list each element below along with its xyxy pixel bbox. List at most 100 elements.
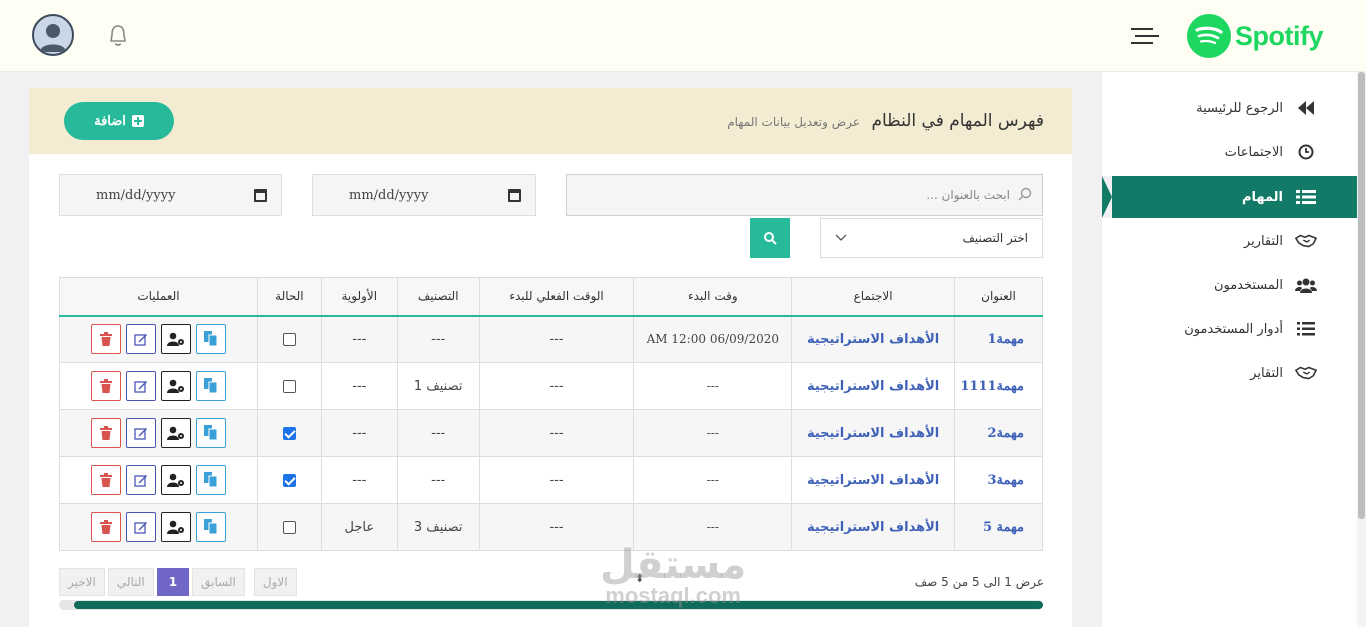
avatar[interactable] xyxy=(32,14,74,56)
task-title-link[interactable]: مهمة1 xyxy=(954,315,1043,363)
plus-square-icon xyxy=(131,115,144,127)
status-checkbox[interactable] xyxy=(282,520,296,534)
col-actual-start[interactable]: الوقت الفعلي للبدء xyxy=(478,277,635,317)
delete-button[interactable] xyxy=(90,324,121,355)
assign-user-button[interactable] xyxy=(160,324,191,355)
start-time-cell: --- xyxy=(633,362,793,410)
copy-button[interactable] xyxy=(195,324,226,355)
tasks-table: العنوان الاجتماع وقت البدء الوقت الفعلي … xyxy=(59,277,1043,551)
pager-current[interactable]: 1 xyxy=(156,568,190,596)
task-title-link[interactable]: مهمة 5 xyxy=(954,503,1043,551)
status-checkbox[interactable] xyxy=(282,332,296,346)
meeting-link[interactable]: الأهداف الاستراتيجية xyxy=(791,409,956,457)
meeting-link[interactable]: الأهداف الاستراتيجية xyxy=(791,456,956,504)
copy-button[interactable] xyxy=(195,371,226,401)
col-priority[interactable]: الأولوية xyxy=(320,277,398,317)
pager-first[interactable]: الاول xyxy=(253,568,297,596)
pager-prev[interactable]: السابق xyxy=(192,568,245,596)
list-ol-icon xyxy=(1295,318,1317,340)
trash-icon xyxy=(99,332,112,347)
assign-user-button[interactable] xyxy=(160,465,191,495)
sidebar-item-reports[interactable]: التقارير xyxy=(1244,223,1317,259)
copy-button[interactable] xyxy=(195,465,226,495)
user-avatar-icon xyxy=(40,24,66,52)
actual-start-cell: --- xyxy=(478,362,635,410)
sidebar-item-tasks[interactable]: المهام xyxy=(1242,179,1317,215)
sidebar-item-users[interactable]: المستخدمون xyxy=(1214,267,1317,303)
edit-button[interactable] xyxy=(125,512,156,542)
user-cog-icon xyxy=(166,473,184,487)
assign-user-button[interactable] xyxy=(160,512,191,542)
delete-button[interactable] xyxy=(90,465,121,495)
edit-button[interactable] xyxy=(125,371,156,401)
sidebar-item-meetings[interactable]: الاجتماعات xyxy=(1225,134,1317,170)
assign-user-button[interactable] xyxy=(160,418,191,448)
delete-button[interactable] xyxy=(90,418,121,448)
add-button[interactable]: اضافة xyxy=(64,102,174,140)
top-bar: Spotify xyxy=(0,0,1366,72)
table-row: مهمة1 الأهداف الاستراتيجية 06/09/2020 12:0… xyxy=(59,315,1043,363)
assign-user-button[interactable] xyxy=(160,371,191,401)
search-icon xyxy=(764,232,777,245)
logo-text: Spotify xyxy=(1235,20,1324,51)
date-from-field[interactable]: mm/dd/yyyy xyxy=(312,174,536,216)
date-from-value: mm/dd/yyyy xyxy=(349,187,429,203)
page-title-text: فهرس المهام في النظام xyxy=(871,111,1044,131)
copy-button[interactable] xyxy=(195,512,226,542)
table-header-row: العنوان الاجتماع وقت البدء الوقت الفعلي … xyxy=(59,277,1043,317)
sidebar-item-user-roles[interactable]: أدوار المستخدمون xyxy=(1184,311,1317,347)
search-button[interactable] xyxy=(750,218,790,258)
list-icon xyxy=(1295,186,1317,208)
meeting-link[interactable]: الأهداف الاستراتيجية xyxy=(791,315,956,363)
calendar-icon[interactable] xyxy=(254,188,267,202)
status-checkbox[interactable] xyxy=(282,473,296,487)
vertical-scrollbar[interactable] xyxy=(1357,72,1366,627)
col-start-time[interactable]: وقت البدء xyxy=(633,277,793,317)
status-checkbox[interactable] xyxy=(282,379,296,393)
edit-button[interactable] xyxy=(125,465,156,495)
trash-icon xyxy=(99,520,112,534)
menu-toggle-icon[interactable] xyxy=(1131,27,1159,45)
col-title[interactable]: العنوان xyxy=(954,277,1043,317)
task-title-link[interactable]: مهمة3 xyxy=(954,456,1043,504)
table-info: عرض 1 الى 5 من 5 صف xyxy=(914,575,1044,589)
start-time-cell: 06/09/2020 12:00 AM xyxy=(633,315,793,363)
logo[interactable]: Spotify xyxy=(1187,13,1324,59)
date-to-field[interactable]: mm/dd/yyyy xyxy=(59,174,282,216)
edit-button[interactable] xyxy=(125,324,156,355)
category-cell: تصنيف 3 xyxy=(396,503,480,551)
copy-icon xyxy=(203,331,218,347)
delete-button[interactable] xyxy=(90,512,121,542)
pager-last[interactable]: الاخير xyxy=(59,568,105,596)
sidebar-item-reports-2[interactable]: التقاير xyxy=(1250,355,1317,391)
priority-cell: عاجل xyxy=(320,503,398,551)
bell-icon[interactable] xyxy=(107,24,129,48)
calendar-icon[interactable] xyxy=(508,188,521,202)
horizontal-scrollbar-thumb[interactable] xyxy=(74,601,1043,609)
actions-cell xyxy=(59,503,258,551)
copy-button[interactable] xyxy=(195,418,226,448)
pager-next[interactable]: التالي xyxy=(107,568,154,596)
search-input[interactable]: ابحث بالعنوان ... xyxy=(566,174,1043,216)
task-title-link[interactable]: مهمة1111 xyxy=(954,362,1043,410)
sidebar-item-home[interactable]: الرجوع للرئيسية xyxy=(1196,90,1317,126)
clock-icon xyxy=(1295,141,1317,163)
task-title-link[interactable]: مهمة2 xyxy=(954,409,1043,457)
priority-cell: --- xyxy=(320,456,398,504)
horizontal-scrollbar[interactable] xyxy=(59,600,1043,610)
spotify-logo-icon xyxy=(1187,14,1231,58)
sidebar-item-label: المهام xyxy=(1241,189,1283,205)
meeting-link[interactable]: الأهداف الاستراتيجية xyxy=(791,362,956,410)
status-checkbox[interactable] xyxy=(282,426,296,440)
meeting-link[interactable]: الأهداف الاستراتيجية xyxy=(791,503,956,551)
priority-cell: --- xyxy=(320,315,398,363)
col-category[interactable]: التصنيف xyxy=(396,277,480,317)
category-select[interactable]: اختر التصنيف xyxy=(820,218,1043,258)
users-icon xyxy=(1295,274,1317,296)
edit-button[interactable] xyxy=(125,418,156,448)
status-cell xyxy=(256,456,322,504)
col-meeting[interactable]: الاجتماع xyxy=(791,277,956,317)
delete-button[interactable] xyxy=(90,371,121,401)
scrollbar-thumb[interactable] xyxy=(1358,72,1365,519)
col-status[interactable]: الحالة xyxy=(256,277,322,317)
